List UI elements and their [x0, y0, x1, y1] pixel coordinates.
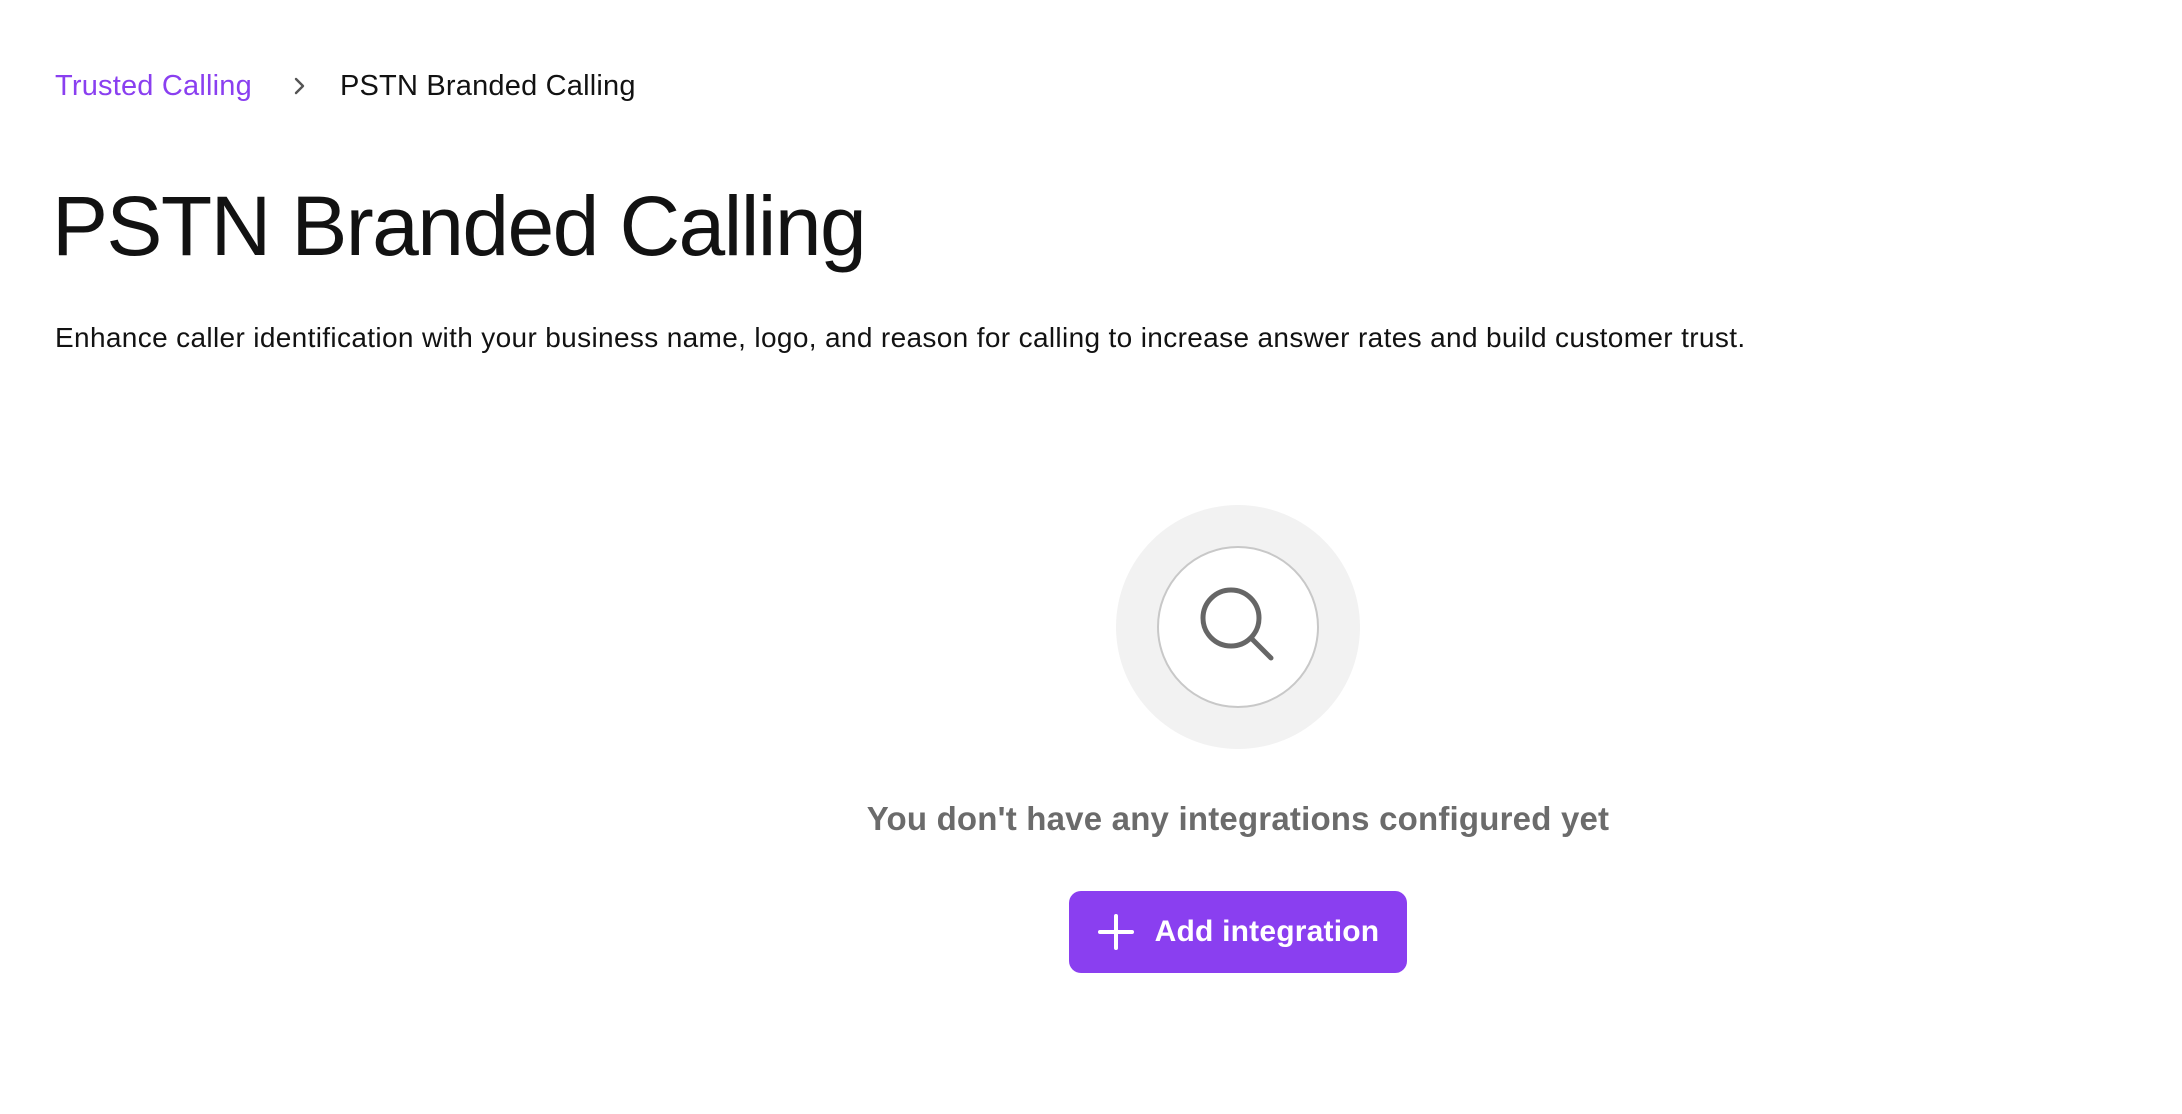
breadcrumb-current: PSTN Branded Calling: [339, 69, 636, 102]
empty-state: You don't have any integrations configur…: [0, 505, 2182, 973]
empty-state-icon-circle: [1157, 546, 1319, 708]
empty-state-message: You don't have any integrations configur…: [866, 800, 1610, 837]
page-title: PSTN Branded Calling: [52, 179, 867, 273]
plus-icon: [1097, 913, 1135, 951]
breadcrumb: Trusted Calling PSTN Branded Calling: [55, 66, 636, 106]
page-description: Enhance caller identification with your …: [55, 322, 1746, 353]
search-icon: [1196, 583, 1280, 672]
add-integration-button[interactable]: Add integration: [1069, 891, 1407, 973]
chevron-right-icon: [288, 75, 310, 97]
add-integration-label: Add integration: [1154, 915, 1380, 948]
page: Trusted Calling PSTN Branded Calling PST…: [0, 0, 2182, 1114]
empty-state-illustration: [1116, 505, 1360, 749]
breadcrumb-link-trusted-calling[interactable]: Trusted Calling: [55, 70, 252, 103]
